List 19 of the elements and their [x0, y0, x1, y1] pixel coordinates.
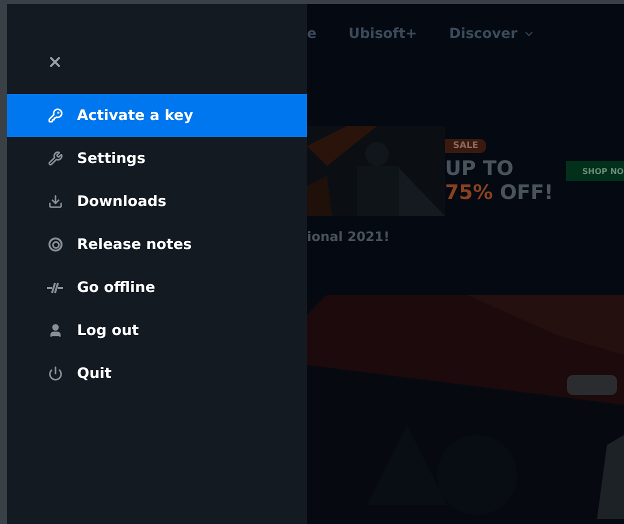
shop-button[interactable]: SHOP NO: [566, 161, 624, 181]
menu-item[interactable]: Activate a key: [7, 94, 307, 137]
promo-title: UP TO: [445, 156, 515, 180]
menu-item[interactable]: Quit: [7, 352, 307, 395]
section-heading: ional 2021!: [307, 230, 391, 245]
key-icon: [48, 108, 62, 123]
sale-badge: SALE: [445, 138, 486, 152]
close-button[interactable]: [47, 54, 63, 70]
power-icon: [48, 366, 62, 381]
menu-item[interactable]: Release notes: [7, 223, 307, 266]
download-icon: [48, 194, 62, 209]
menu-item[interactable]: Downloads: [7, 180, 307, 223]
promo-discount: 75% OFF!: [445, 180, 554, 204]
menu-item[interactable]: Go offline: [7, 266, 307, 309]
wrench-icon: [48, 151, 62, 166]
disconnected-icon: [47, 282, 63, 294]
menu-item[interactable]: Log out: [7, 309, 307, 352]
menu-item[interactable]: Settings: [7, 137, 307, 180]
user-icon: [48, 323, 62, 338]
